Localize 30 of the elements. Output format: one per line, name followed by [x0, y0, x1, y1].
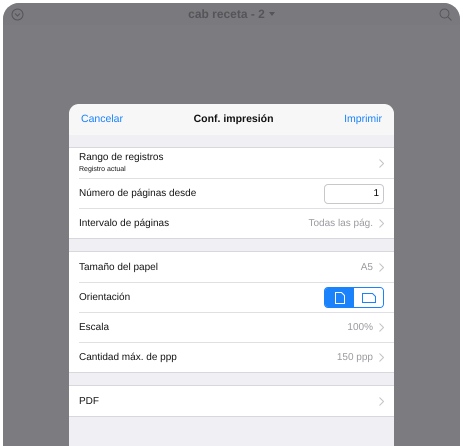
- dialog-title: Conf. impresión: [194, 112, 274, 127]
- settings-row[interactable]: Escala 100%: [79, 312, 394, 342]
- number-field[interactable]: 1: [324, 184, 384, 204]
- row-label: Intervalo de páginas: [79, 217, 170, 231]
- row-label: Escala: [79, 321, 110, 335]
- portrait-page-icon: [334, 292, 344, 304]
- row-label: Número de páginas desde: [79, 187, 198, 201]
- search-icon[interactable]: [439, 8, 452, 20]
- orientation-segment[interactable]: [325, 288, 354, 307]
- dropdown-icon[interactable]: [268, 12, 275, 16]
- row-label: Cantidad máx. de ppp: [79, 351, 178, 365]
- chevron-right-icon: [379, 158, 384, 168]
- row-value: 100%: [347, 321, 373, 335]
- chevron-right-icon: [379, 353, 384, 362]
- settings-row[interactable]: Tamaño del papel A5: [79, 252, 394, 282]
- row-value: Todas las pág.: [308, 217, 373, 231]
- chevron-right-icon: [379, 323, 384, 332]
- row-value: 150 ppp: [336, 351, 373, 365]
- row-label: Orientación: [79, 291, 132, 305]
- landscape-page-icon: [362, 292, 376, 302]
- row-value: A5: [360, 260, 373, 274]
- row-label: Tamaño del papel: [79, 260, 159, 274]
- settings-row[interactable]: Intervalo de páginas Todas las pág.: [79, 208, 394, 238]
- chevron-right-icon: [379, 219, 384, 228]
- chevron-right-icon: [379, 396, 384, 406]
- row-label: PDF: [79, 394, 100, 408]
- settings-row[interactable]: Cantidad máx. de ppp 150 ppp: [79, 342, 394, 372]
- row-label: Rango de registros: [79, 151, 164, 166]
- chevron-right-icon: [379, 262, 384, 272]
- chevron-circle-icon[interactable]: [11, 8, 24, 20]
